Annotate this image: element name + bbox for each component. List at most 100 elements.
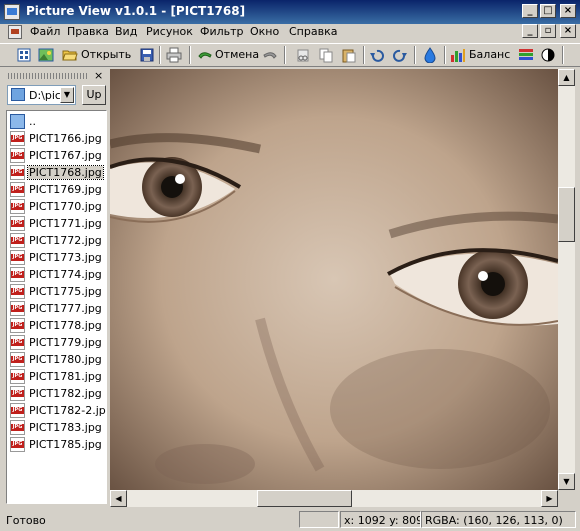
cut-icon[interactable] [295,47,311,63]
contrast-icon[interactable] [540,47,556,63]
jpg-file-icon: JPG [10,182,25,197]
file-name: PICT1774.jpg [29,268,102,281]
maximize-button[interactable]: □ [540,4,556,18]
scroll-left-icon[interactable]: ◀ [110,490,127,507]
horizontal-scroll-thumb[interactable] [257,490,352,507]
new-icon[interactable] [16,47,32,63]
file-name: PICT1779.jpg [29,336,102,349]
jpg-file-icon: JPG [10,284,25,299]
toolbar-separator [284,46,286,64]
file-name: PICT1782.jpg [29,387,102,400]
menu-window[interactable]: Окно [250,25,279,38]
rotate-left-icon[interactable] [369,47,385,63]
file-name: PICT1780.jpg [29,353,102,366]
jpg-file-icon: JPG [10,369,25,384]
jpg-file-icon: JPG [10,250,25,265]
open-folder-icon[interactable] [62,47,78,63]
menu-filter[interactable]: Фильтр [200,25,244,38]
chevron-down-icon[interactable]: ▼ [60,87,74,103]
jpg-file-icon: JPG [10,131,25,146]
toolbar-separator [363,46,365,64]
menu-view[interactable]: Вид [115,25,137,38]
app-icon [4,4,20,20]
file-name: PICT1772.jpg [29,234,102,247]
copy-icon[interactable] [318,47,334,63]
balance-icon[interactable] [450,47,466,63]
sidebar-close-icon[interactable]: × [94,69,103,82]
redo-icon[interactable] [262,47,278,63]
jpg-file-icon: JPG [10,199,25,214]
paste-icon[interactable] [341,47,357,63]
undo-icon[interactable] [197,47,213,63]
toolbar-separator [562,46,564,64]
up-button[interactable]: Up [82,85,106,105]
close-button[interactable]: × [560,4,576,18]
vertical-scrollbar[interactable]: ▲ ▼ [558,69,575,490]
toolbar-separator [444,46,446,64]
file-name: PICT1777.jpg [29,302,102,315]
open-button-label[interactable]: Открыть [81,48,131,61]
jpg-file-icon: JPG [10,233,25,248]
image-canvas[interactable] [110,69,558,490]
file-name: .. [29,115,36,128]
file-name: PICT1766.jpg [29,132,102,145]
child-close-button[interactable]: × [560,24,576,38]
vertical-scroll-thumb[interactable] [558,187,575,242]
child-restore-button[interactable]: ▫ [540,24,556,38]
jpg-file-icon: JPG [10,148,25,163]
file-name: PICT1781.jpg [29,370,102,383]
horizontal-scrollbar[interactable]: ◀ ▶ [110,490,558,507]
jpg-file-icon: JPG [10,318,25,333]
status-text: Готово [6,514,46,527]
palette-icon[interactable] [518,47,534,63]
file-list[interactable]: .. JPG PICT1766.jpg JPG PICT1767.jpg JPG PICT… [6,110,107,504]
jpg-file-icon: JPG [10,420,25,435]
title-bar: Picture View v1.0.1 - [PICT1768] _ □ × [0,0,580,24]
file-name: PICT1770.jpg [29,200,102,213]
undo-button-label[interactable]: Отмена [215,48,259,61]
jpg-file-icon: JPG [10,267,25,282]
save-icon[interactable] [139,47,155,63]
jpg-file-icon: JPG [10,301,25,316]
file-name: PICT1768.jpg [27,165,104,180]
minimize-button[interactable]: _ [522,4,538,18]
jpg-file-icon: JPG [10,216,25,231]
jpg-file-icon: JPG [10,352,25,367]
folder-icon [10,114,25,129]
toolbar-separator [189,46,191,64]
document-icon[interactable] [8,25,22,39]
window-title: Picture View v1.0.1 - [PICT1768] [26,4,246,18]
status-empty-panel [299,511,339,528]
child-minimize-button[interactable]: _ [522,24,538,38]
toolbar-separator [414,46,416,64]
sidebar-grip[interactable] [8,73,88,79]
file-name: PICT1778.jpg [29,319,102,332]
scroll-down-icon[interactable]: ▼ [558,473,575,490]
rotate-right-icon[interactable] [392,47,408,63]
menu-file[interactable]: Файл [30,25,60,38]
jpg-file-icon: JPG [10,386,25,401]
jpg-file-icon: JPG [10,335,25,350]
file-name: PICT1785.jpg [29,438,102,451]
file-name: PICT1783.jpg [29,421,102,434]
drive-select[interactable]: D:\pic ▼ [7,85,76,105]
toolbar-separator [159,46,161,64]
jpg-file-icon: JPG [10,165,25,180]
menu-help[interactable]: Справка [289,25,337,38]
status-coords: x: 1092 y: 809 [340,511,421,528]
photo [110,69,558,490]
scroll-right-icon[interactable]: ▶ [541,490,558,507]
status-rgba: RGBA: (160, 126, 113, 0) [421,511,576,528]
drive-select-value: D:\pic [29,89,61,102]
print-icon[interactable] [166,47,182,63]
file-name: PICT1782-2.jpg [29,404,107,417]
menu-image[interactable]: Рисунок [146,25,193,38]
file-name: PICT1775.jpg [29,285,102,298]
balance-button-label[interactable]: Баланс [469,48,510,61]
menu-edit[interactable]: Правка [67,25,109,38]
jpg-file-icon: JPG [10,437,25,452]
image-icon[interactable] [38,47,54,63]
jpg-file-icon: JPG [10,403,25,418]
drop-icon[interactable] [422,47,438,63]
scroll-up-icon[interactable]: ▲ [558,69,575,86]
